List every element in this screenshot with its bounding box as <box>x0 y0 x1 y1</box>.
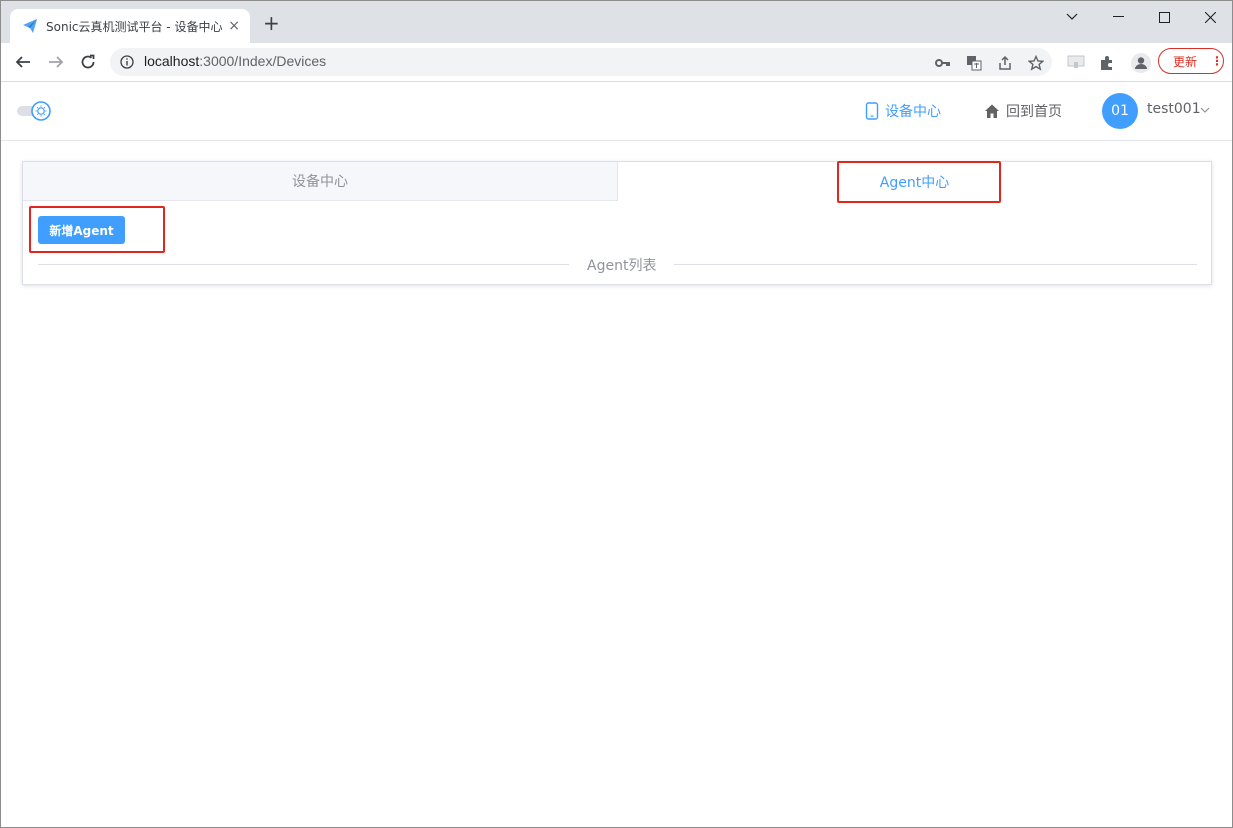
forward-arrow-icon[interactable] <box>44 50 68 74</box>
browser-titlebar: Sonic云真机测试平台 - 设备中心 × + <box>1 1 1232 43</box>
extensions-area <box>1067 53 1151 73</box>
browser-window: Sonic云真机测试平台 - 设备中心 × + localhost:3000/I… <box>0 0 1233 828</box>
reading-list-icon[interactable] <box>1067 55 1085 71</box>
tab-title: Sonic云真机测试平台 - 设备中心 <box>46 19 223 34</box>
update-button[interactable]: 更新 ⋮ <box>1158 48 1224 74</box>
chevron-down-icon[interactable] <box>1200 103 1210 118</box>
maximize-button[interactable] <box>1141 1 1187 33</box>
username[interactable]: test001 <box>1147 101 1201 117</box>
tab-close-icon[interactable]: × <box>228 18 240 34</box>
back-arrow-icon[interactable] <box>11 50 35 74</box>
close-window-button[interactable] <box>1187 1 1232 33</box>
paper-plane-icon <box>22 18 38 34</box>
nav-home-label: 回到首页 <box>1006 104 1062 120</box>
key-icon[interactable] <box>934 54 951 71</box>
share-icon[interactable] <box>996 54 1013 71</box>
bookmark-star-icon[interactable] <box>1027 54 1044 71</box>
tab-search-icon[interactable] <box>1049 1 1095 33</box>
highlight-box-agent-tab <box>837 161 1001 203</box>
url-path: :3000/Index/Devices <box>199 53 327 69</box>
translate-icon[interactable] <box>965 54 982 71</box>
menu-dots-icon[interactable]: ⋮ <box>1211 54 1223 68</box>
update-label: 更新 <box>1173 54 1198 69</box>
tabs-header: 设备中心 Agent中心 <box>23 162 1211 201</box>
phone-icon <box>865 102 879 120</box>
nav-device-center[interactable]: 设备中心 <box>865 101 941 121</box>
browser-tab[interactable]: Sonic云真机测试平台 - 设备中心 × <box>10 9 250 43</box>
url-text: localhost:3000/Index/Devices <box>144 53 326 69</box>
app-header: 设备中心 回到首页 01 test001 <box>1 82 1232 141</box>
minimize-button[interactable] <box>1095 1 1141 33</box>
avatar[interactable]: 01 <box>1102 93 1138 129</box>
url-host: localhost <box>144 53 200 69</box>
browser-toolbar: localhost:3000/Index/Devices 更新 ⋮ <box>1 43 1232 82</box>
address-bar[interactable]: localhost:3000/Index/Devices <box>110 48 1052 76</box>
reload-icon[interactable] <box>76 50 100 74</box>
nav-home[interactable]: 回到首页 <box>984 101 1062 121</box>
highlight-box-add-agent <box>29 206 165 253</box>
new-tab-button[interactable]: + <box>263 13 280 33</box>
theme-toggle-switch[interactable] <box>17 101 51 121</box>
agent-list-title: Agent列表 <box>569 255 675 275</box>
tabs-card: 设备中心 Agent中心 新增Agent Agent列表 <box>22 161 1212 285</box>
puzzle-extension-icon[interactable] <box>1099 55 1117 71</box>
nav-device-center-label: 设备中心 <box>885 104 941 120</box>
info-icon[interactable] <box>120 55 134 69</box>
tab-device-center[interactable]: 设备中心 <box>23 162 618 201</box>
home-icon <box>984 103 1000 119</box>
profile-icon[interactable] <box>1131 53 1151 73</box>
